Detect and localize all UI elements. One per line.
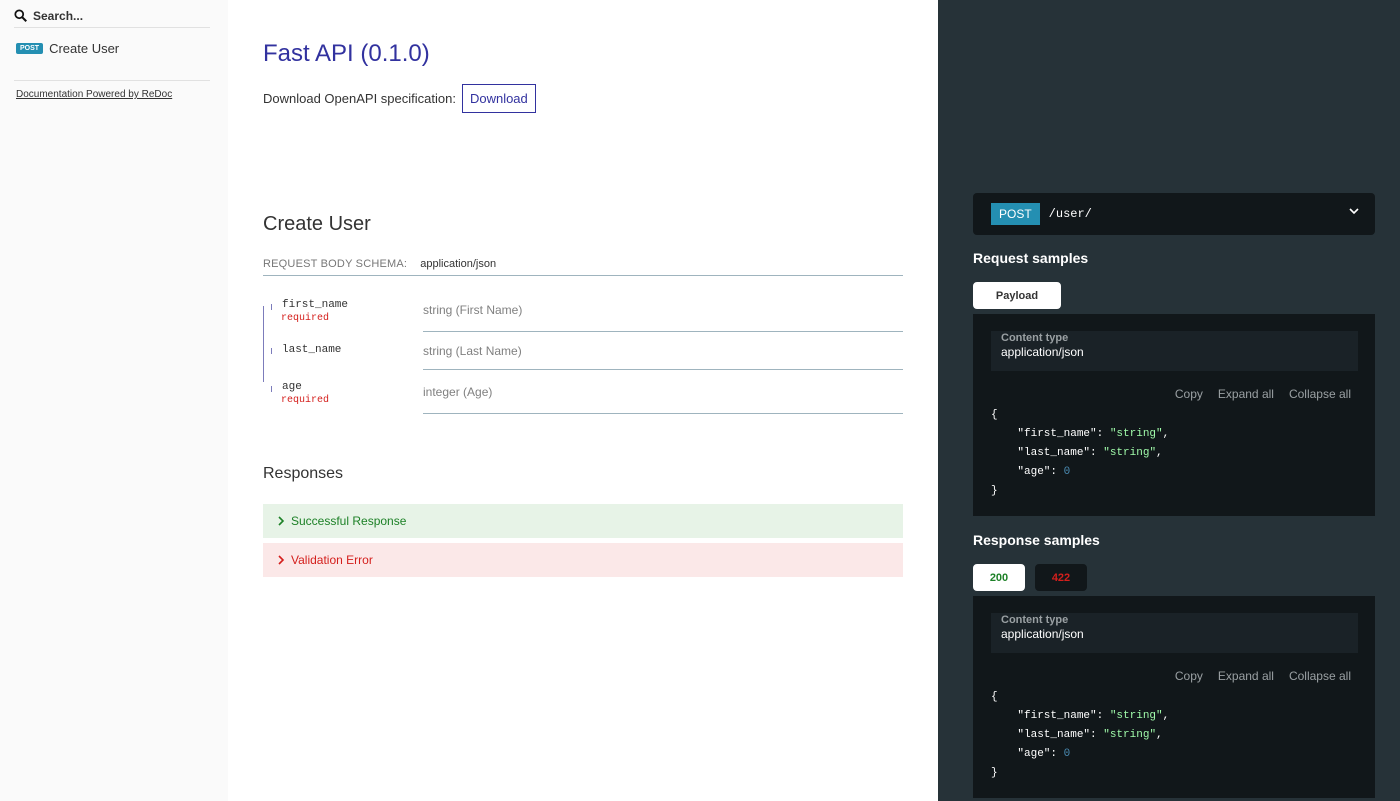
operation-title: Create User: [263, 213, 371, 235]
samples-panel: POST /user/ Request samples Payload Cont…: [938, 0, 1400, 801]
sidebar-divider: [14, 80, 210, 81]
json-sample: { "first_name": "string", "last_name": "…: [991, 691, 1170, 779]
sidebar: POST Create User Documentation Powered b…: [0, 0, 228, 801]
param-required: required: [281, 313, 330, 324]
json-key: "last_name": [1017, 729, 1091, 741]
response-samples-title: Response samples: [973, 532, 1100, 548]
json-sample: { "first_name": "string", "last_name": "…: [991, 409, 1170, 497]
content-type-value: application/json: [1001, 345, 1084, 359]
json-brace: {: [991, 691, 998, 703]
search-icon: [14, 8, 27, 22]
endpoint-method-badge: POST: [991, 203, 1040, 225]
json-key: "first_name": [1017, 710, 1097, 722]
sample-actions: Copy Expand all Collapse all: [1160, 669, 1351, 683]
param-name: first_name: [282, 299, 349, 311]
json-value: 0: [1063, 748, 1071, 760]
json-value: "string": [1103, 729, 1157, 741]
json-value: "string": [1109, 710, 1163, 722]
json-key: "age": [1017, 466, 1051, 478]
param-underline: [423, 413, 903, 414]
json-key: "age": [1017, 748, 1051, 760]
param-type: string (First Name): [423, 303, 523, 317]
copy-button[interactable]: Copy: [1175, 387, 1203, 401]
response-code: 422: [281, 638, 301, 650]
content-type-label: Content type: [1001, 332, 1069, 344]
tab-response-200[interactable]: 200: [973, 564, 1025, 591]
collapse-all-button[interactable]: Collapse all: [1289, 387, 1351, 401]
expand-all-button[interactable]: Expand all: [1218, 387, 1274, 401]
sample-actions: Copy Expand all Collapse all: [1160, 387, 1351, 401]
param-type: string (Last Name): [423, 344, 522, 358]
main-content: Fast API (0.1.0) Download OpenAPI specif…: [228, 0, 938, 801]
search-input[interactable]: [33, 8, 203, 23]
expand-all-button[interactable]: Expand all: [1218, 669, 1274, 683]
json-key: "last_name": [1017, 447, 1091, 459]
schema-label: REQUEST BODY SCHEMA:: [263, 258, 408, 270]
param-required: required: [281, 395, 330, 406]
json-brace: {: [991, 409, 998, 421]
json-brace: }: [991, 485, 998, 497]
chevron-down-icon: [1349, 208, 1359, 215]
schema-value: application/json: [420, 258, 497, 270]
param-underline: [423, 369, 903, 370]
tab-payload[interactable]: Payload: [973, 282, 1061, 309]
param-name: age: [282, 381, 302, 393]
sidebar-item-create-user[interactable]: POST Create User: [16, 41, 119, 56]
tree-line: [263, 306, 264, 382]
copy-button[interactable]: Copy: [1175, 669, 1203, 683]
collapse-all-button[interactable]: Collapse all: [1289, 669, 1351, 683]
param-underline: [423, 331, 903, 332]
json-value: "string": [1109, 428, 1163, 440]
json-value: "string": [1103, 447, 1157, 459]
sidebar-item-label: Create User: [49, 41, 120, 56]
tree-tick: [271, 386, 272, 392]
request-sample-box: Content type application/json Copy Expan…: [973, 314, 1375, 516]
param-type: integer (Age): [423, 385, 493, 399]
tab-response-422[interactable]: 422: [1035, 564, 1087, 591]
post-method-badge: POST: [16, 43, 44, 54]
content-type-select[interactable]: Content type application/json: [991, 331, 1358, 371]
api-title: Fast API (0.1.0): [263, 40, 430, 67]
response-sample-box: Content type application/json Copy Expan…: [973, 596, 1375, 798]
tree-tick: [271, 304, 272, 310]
response-200-row[interactable]: 200 Successful Response: [263, 504, 903, 611]
json-value: 0: [1063, 466, 1071, 478]
search-box[interactable]: [14, 4, 210, 28]
response-label: Validation Error: [291, 553, 373, 567]
response-422-row[interactable]: 422 Validation Error: [263, 543, 903, 650]
content-type-select[interactable]: Content type application/json: [991, 613, 1358, 653]
download-row: Download OpenAPI specification: Download: [263, 84, 536, 113]
param-name: last_name: [282, 344, 342, 356]
content-type-value: application/json: [1001, 627, 1084, 641]
json-brace: }: [991, 767, 998, 779]
download-text: Download OpenAPI specification:: [263, 91, 456, 106]
tree-tick: [271, 348, 272, 354]
redoc-powered-link[interactable]: Documentation Powered by ReDoc: [16, 89, 172, 100]
download-button[interactable]: Download: [461, 84, 536, 113]
request-samples-title: Request samples: [973, 250, 1089, 266]
chevron-right-icon: [277, 514, 285, 529]
chevron-right-icon: [277, 553, 285, 568]
json-key: "first_name": [1017, 428, 1097, 440]
response-label: Successful Response: [291, 514, 407, 528]
request-body-schema: REQUEST BODY SCHEMA: application/json: [263, 258, 903, 276]
endpoint-dropdown[interactable]: POST /user/: [973, 193, 1375, 235]
response-code: 200: [281, 599, 301, 611]
responses-title: Responses: [263, 465, 344, 482]
content-type-label: Content type: [1001, 614, 1069, 626]
endpoint-path: /user/: [1048, 207, 1092, 221]
